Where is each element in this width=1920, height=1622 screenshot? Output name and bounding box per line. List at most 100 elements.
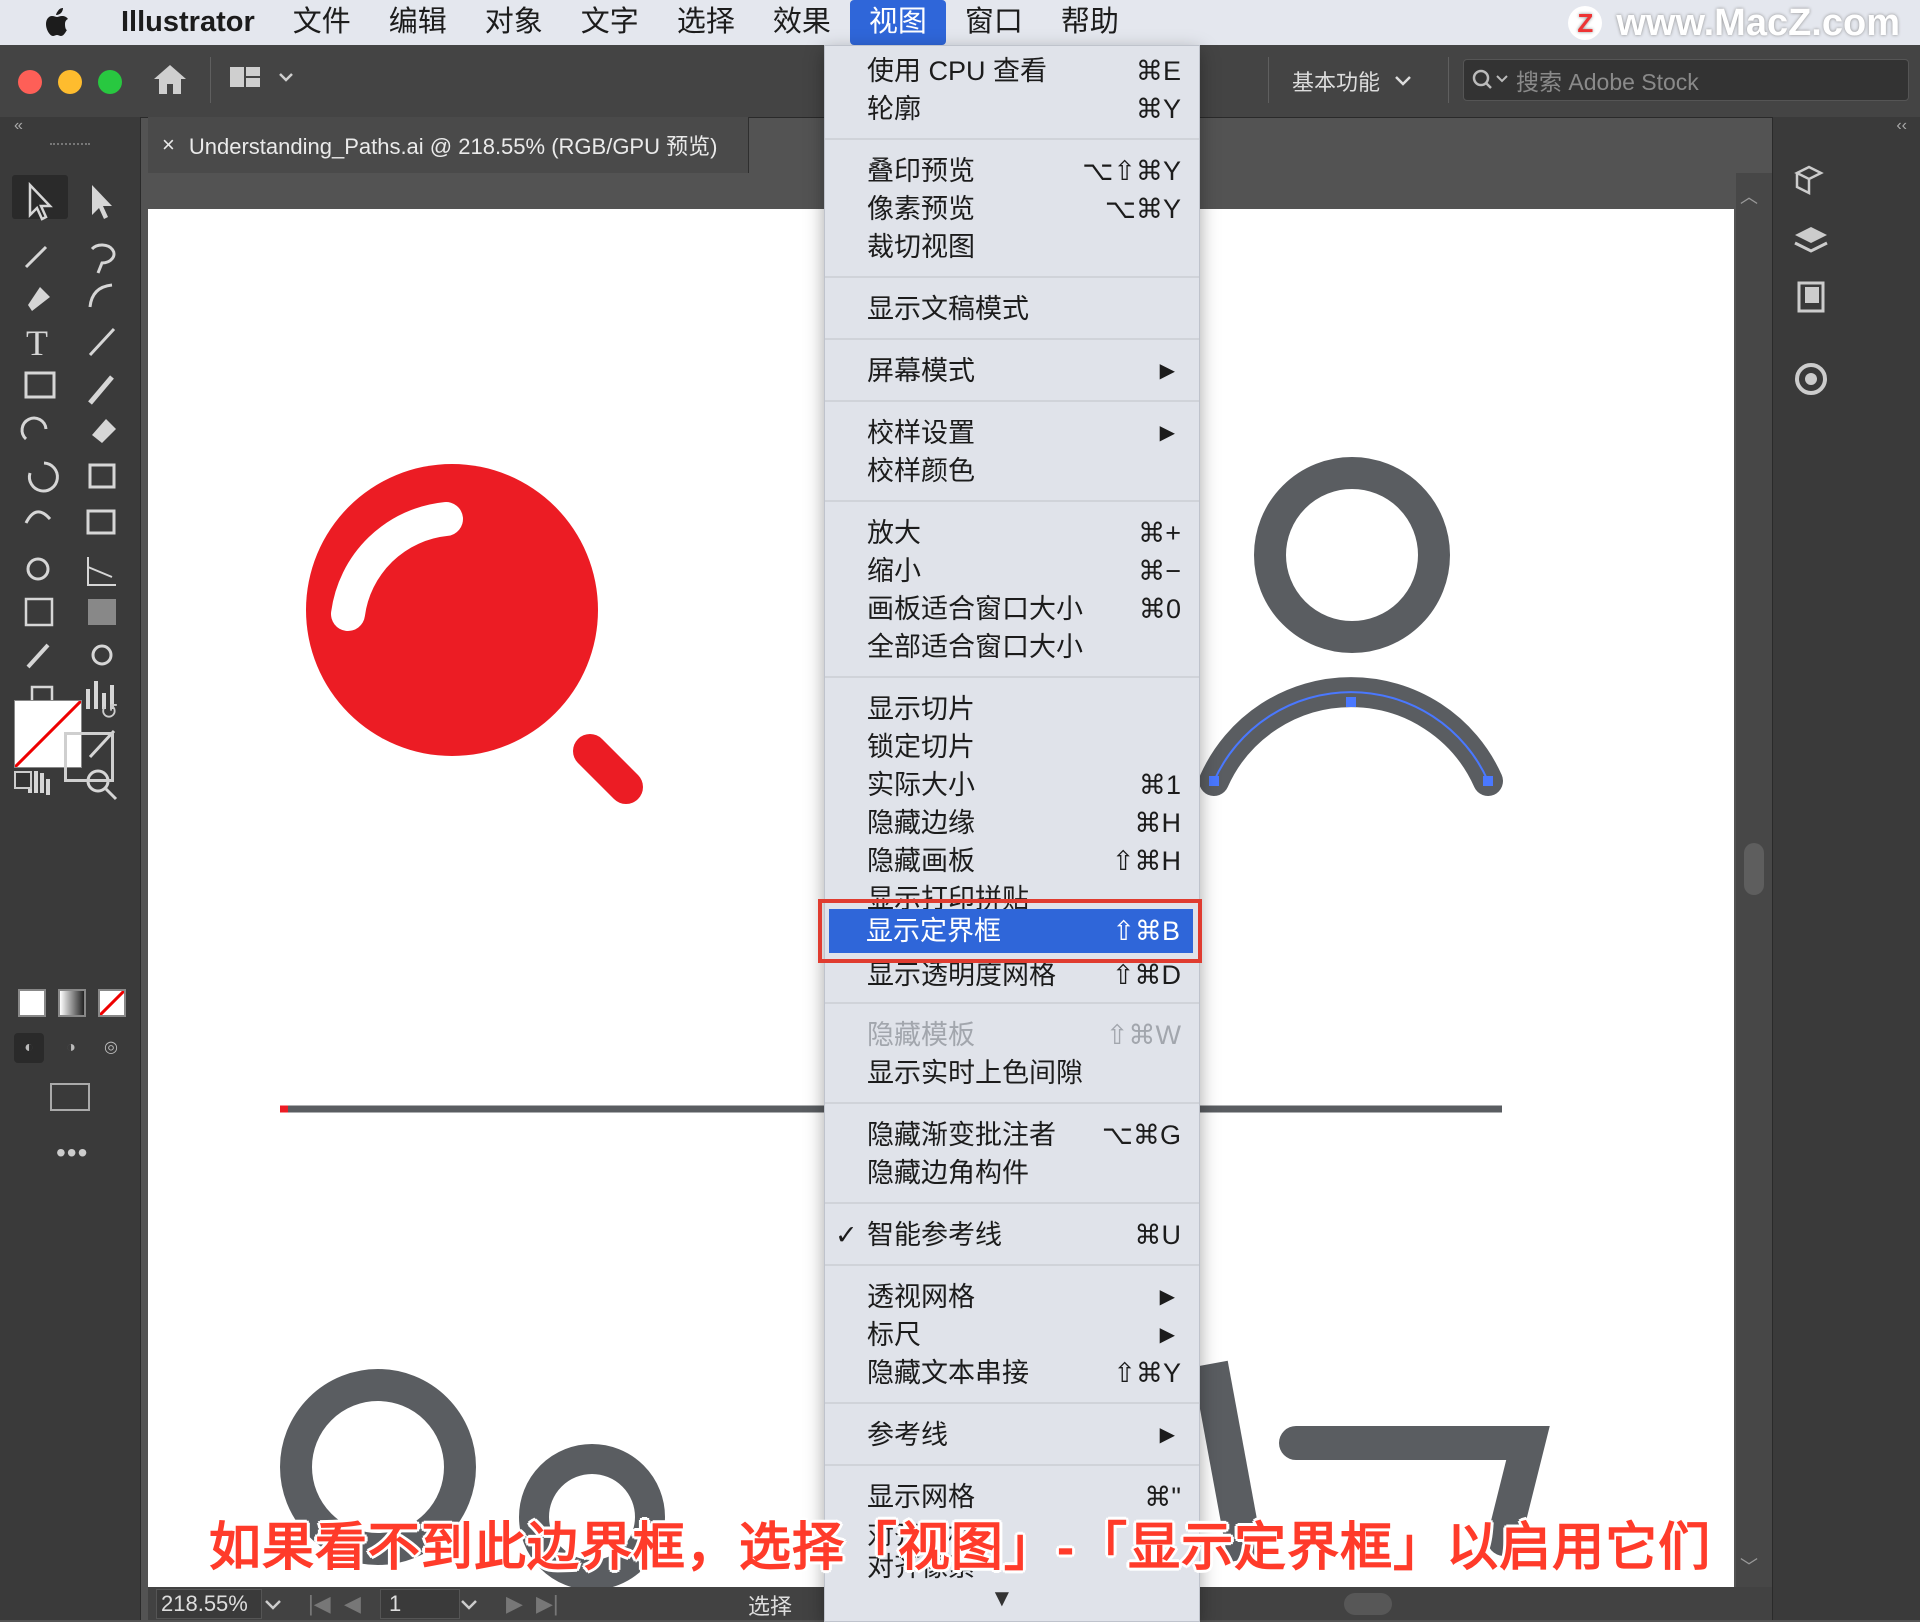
menu-view[interactable]: 视图 bbox=[849, 0, 946, 45]
submenu-arrow-icon: ▶ bbox=[1159, 360, 1175, 382]
menu-edit[interactable]: 编辑 bbox=[370, 0, 466, 45]
artboard-number-field[interactable]: 1 bbox=[380, 1589, 460, 1619]
menu-separator bbox=[825, 1202, 1199, 1204]
scrollbar-thumb[interactable] bbox=[1744, 843, 1764, 895]
mesh-tool-icon bbox=[24, 597, 54, 627]
stock-search-field[interactable]: 搜索 Adobe Stock bbox=[1463, 59, 1909, 101]
workspace-label: 基本功能 bbox=[1292, 70, 1381, 95]
menu-item-actual-size[interactable]: 实际大小 ⌘1 bbox=[825, 766, 1199, 804]
checkmark-icon: ✓ bbox=[835, 1220, 858, 1250]
menu-file[interactable]: 文件 bbox=[274, 0, 370, 45]
menu-item-perspective-grid[interactable]: 透视网格 ▶ bbox=[825, 1278, 1199, 1316]
window-zoom-button[interactable] bbox=[98, 70, 122, 94]
warp-tool-icon bbox=[24, 510, 52, 524]
expand-panel-icon[interactable]: ‹‹ bbox=[1896, 117, 1907, 135]
menu-window[interactable]: 窗口 bbox=[946, 0, 1042, 45]
menu-item-hide-corner-widget[interactable]: 隐藏边角构件 bbox=[825, 1154, 1199, 1192]
layers-icon[interactable] bbox=[1791, 221, 1831, 261]
perspective-grid-tool-icon bbox=[87, 557, 116, 586]
menu-item-zoom-in[interactable]: 放大 ⌘+ bbox=[825, 514, 1199, 552]
menu-separator bbox=[825, 338, 1199, 340]
scroll-up-icon[interactable]: ︿ bbox=[1740, 183, 1758, 209]
tools-panel: « T ↺ ◐ ◑ ◎ ••• bbox=[0, 117, 141, 1620]
menu-item-show-slices[interactable]: 显示切片 bbox=[825, 690, 1199, 728]
more-tools-icon[interactable]: ••• bbox=[56, 1137, 88, 1169]
menu-scroll-down-icon[interactable]: ▼ bbox=[990, 1585, 1014, 1613]
window-close-button[interactable] bbox=[18, 70, 42, 94]
menu-item-guides[interactable]: 参考线 ▶ bbox=[825, 1416, 1199, 1454]
arrange-documents-icon[interactable] bbox=[228, 63, 300, 95]
menu-item-hide-gradient-annotator[interactable]: 隐藏渐变批注者 ⌥⌘G bbox=[825, 1116, 1199, 1154]
artboards-icon[interactable] bbox=[1791, 277, 1831, 317]
previous-artboard-icon[interactable]: ◀ bbox=[344, 1591, 361, 1617]
chevron-down-icon[interactable] bbox=[264, 1599, 282, 1611]
libraries-icon[interactable] bbox=[1791, 163, 1831, 203]
first-artboard-icon[interactable]: |◀ bbox=[308, 1591, 331, 1617]
close-tab-icon[interactable]: × bbox=[162, 132, 175, 158]
workspace-switcher[interactable]: 基本功能 bbox=[1292, 65, 1412, 97]
horizontal-scroll-thumb[interactable] bbox=[1344, 1593, 1392, 1615]
anchor-point bbox=[1346, 697, 1356, 707]
magic-wand-tool-icon bbox=[24, 245, 48, 269]
menu-item-smart-guides[interactable]: ✓ 智能参考线 ⌘U bbox=[825, 1216, 1199, 1254]
next-artboard-icon[interactable]: ▶ bbox=[506, 1591, 523, 1617]
menu-item-cpu-preview[interactable]: 使用 CPU 查看 ⌘E bbox=[825, 52, 1199, 90]
color-mode-none[interactable] bbox=[98, 989, 126, 1017]
home-icon[interactable] bbox=[150, 61, 190, 97]
pen-tool-icon bbox=[28, 287, 50, 311]
rotate-tool-icon bbox=[27, 461, 59, 493]
menu-item-screen-mode[interactable]: 屏幕模式 ▶ bbox=[825, 352, 1199, 390]
tutorial-subtitle: 如果看不到此边界框，选择「视图」-「显示定界框」以启用它们 bbox=[208, 1519, 1712, 1577]
menu-item-outline[interactable]: 轮廓 ⌘Y bbox=[825, 90, 1199, 128]
menu-item-pixel-preview[interactable]: 像素预览 ⌥⌘Y bbox=[825, 190, 1199, 228]
color-mode-color[interactable] bbox=[18, 989, 46, 1017]
search-placeholder: 搜索 Adobe Stock bbox=[1516, 69, 1699, 95]
last-artboard-icon[interactable]: ▶| bbox=[536, 1591, 559, 1617]
menu-item-lock-slices[interactable]: 锁定切片 bbox=[825, 728, 1199, 766]
menu-separator bbox=[825, 1264, 1199, 1266]
menu-separator bbox=[825, 676, 1199, 678]
eraser-tool-icon bbox=[92, 419, 116, 443]
menu-separator bbox=[825, 500, 1199, 502]
window-minimize-button[interactable] bbox=[58, 70, 82, 94]
menu-select[interactable]: 选择 bbox=[658, 0, 754, 45]
collapse-panel-icon[interactable]: « bbox=[14, 117, 23, 135]
draw-normal-icon[interactable]: ◐ bbox=[14, 1033, 44, 1063]
color-mode-gradient[interactable] bbox=[58, 989, 86, 1017]
menu-item-fit-artboard[interactable]: 画板适合窗口大小 ⌘0 bbox=[825, 590, 1199, 628]
swap-fill-stroke-icon[interactable]: ↺ bbox=[100, 699, 118, 725]
menu-separator bbox=[825, 1102, 1199, 1104]
menu-item-proof-setup[interactable]: 校样设置 ▶ bbox=[825, 414, 1199, 452]
stroke-swatch[interactable] bbox=[64, 732, 114, 782]
menu-item-hide-template: 隐藏模板 ⇧⌘W bbox=[867, 1020, 1181, 1050]
menu-app-name[interactable]: Illustrator bbox=[102, 0, 274, 45]
menu-item-trim-view[interactable]: 裁切视图 bbox=[825, 228, 1199, 266]
default-fill-stroke-icon[interactable] bbox=[14, 771, 32, 789]
panel-grip[interactable] bbox=[50, 143, 90, 149]
menu-item-hide-edges[interactable]: 隐藏边缘 ⌘H bbox=[825, 804, 1199, 842]
menu-item-hide-artboards[interactable]: 隐藏画板 ⇧⌘H bbox=[825, 842, 1199, 880]
chevron-down-icon[interactable] bbox=[460, 1599, 478, 1611]
menu-item-rulers[interactable]: 标尺 ▶ bbox=[825, 1316, 1199, 1354]
menu-type[interactable]: 文字 bbox=[562, 0, 658, 45]
menu-object[interactable]: 对象 bbox=[466, 0, 562, 45]
draw-behind-icon[interactable]: ◑ bbox=[56, 1033, 86, 1063]
none-color-icon bbox=[100, 991, 124, 1015]
menu-item-presentation-mode[interactable]: 显示文稿模式 bbox=[825, 290, 1199, 328]
document-tab[interactable]: × Understanding_Paths.ai @ 218.55% (RGB/… bbox=[148, 117, 749, 173]
menu-item-show-live-paint-gaps[interactable]: 显示实时上色间隙 bbox=[825, 1054, 1199, 1092]
zoom-field[interactable]: 218.55% bbox=[156, 1589, 262, 1619]
apple-icon[interactable] bbox=[38, 3, 78, 43]
menu-item-fit-all[interactable]: 全部适合窗口大小 bbox=[825, 628, 1199, 666]
menu-item-zoom-out[interactable]: 缩小 ⌘− bbox=[825, 552, 1199, 590]
scale-tool-icon bbox=[88, 463, 116, 489]
menu-item-hide-text-threads[interactable]: 隐藏文本串接 ⇧⌘Y bbox=[825, 1354, 1199, 1392]
menu-help[interactable]: 帮助 bbox=[1042, 0, 1138, 45]
menu-effect[interactable]: 效果 bbox=[754, 0, 850, 45]
change-screen-mode-icon[interactable] bbox=[50, 1083, 90, 1111]
vertical-scrollbar[interactable]: ︿ ﹀ bbox=[1736, 173, 1772, 1587]
menu-item-proof-colors[interactable]: 校样颜色 bbox=[825, 452, 1199, 490]
color-guide-icon[interactable] bbox=[1791, 359, 1831, 399]
menu-item-overprint-preview[interactable]: 叠印预览 ⌥⇧⌘Y bbox=[825, 152, 1199, 190]
draw-inside-icon[interactable]: ◎ bbox=[96, 1033, 126, 1063]
